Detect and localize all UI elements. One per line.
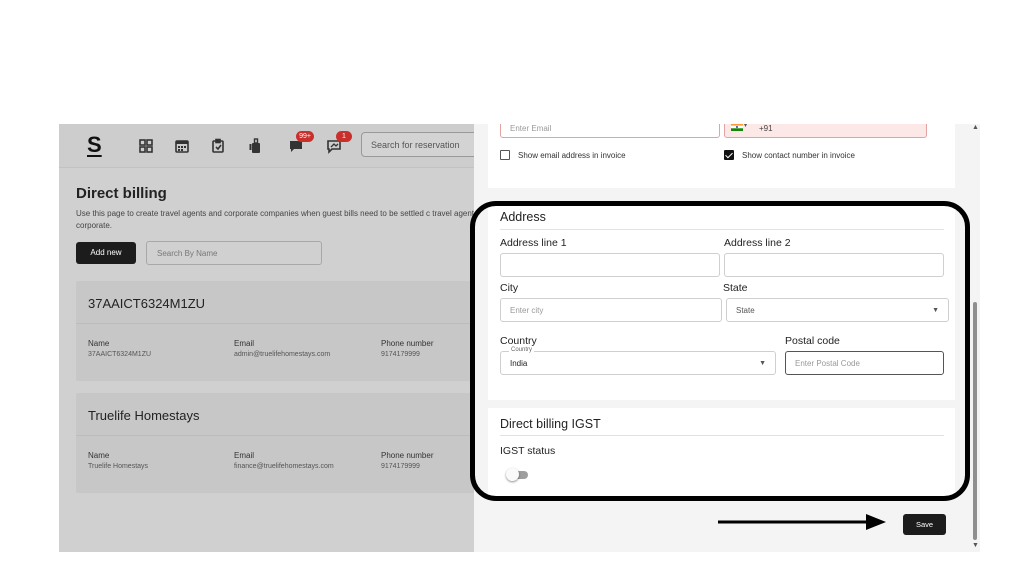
notifications-badge: 1: [336, 131, 352, 142]
email-value: admin@truelifehomestays.com: [234, 351, 331, 358]
igst-status-label: IGST status: [500, 445, 556, 457]
search-reservation-input[interactable]: Search for reservation: [361, 132, 474, 157]
chevron-down-icon[interactable]: ▼: [759, 360, 766, 367]
show-contact-checkbox[interactable]: [724, 150, 734, 160]
background-app: S 99+ 1 Search for reservation Direct bi…: [59, 124, 474, 552]
state-label: State: [723, 282, 748, 294]
agent-card-title: 37AAICT6324M1ZU: [88, 296, 206, 311]
scroll-up-icon[interactable]: ▲: [972, 124, 979, 131]
country-label: Country: [500, 335, 537, 347]
contact-section: Enter Email ▾ +91 Show email address in …: [488, 124, 955, 188]
address-line-2-field[interactable]: [724, 253, 944, 277]
phone-label: Phone number: [381, 451, 434, 460]
toggle-knob: [506, 468, 519, 481]
city-label: City: [500, 282, 519, 294]
agent-card[interactable]: 37AAICT6324M1ZU Name 37AAICT6324M1ZU Ema…: [76, 281, 474, 381]
address-line-2-label: Address line 2: [724, 237, 791, 249]
show-email-label: Show email address in invoice: [518, 151, 626, 160]
scrollbar[interactable]: ▲ ▼: [970, 124, 980, 552]
igst-status-toggle[interactable]: [506, 468, 528, 481]
address-line-1-field[interactable]: [500, 253, 720, 277]
messages-badge: 99+: [296, 131, 314, 142]
agent-card-title: Truelife Homestays: [88, 408, 200, 423]
state-select[interactable]: State ▼: [726, 298, 949, 322]
address-title: Address: [500, 210, 546, 224]
phone-value: 9174179999: [381, 463, 420, 470]
email-label: Email: [234, 339, 255, 348]
address-line-1-label: Address line 1: [500, 237, 567, 249]
add-new-button[interactable]: Add new: [76, 242, 136, 264]
show-email-checkbox[interactable]: [500, 150, 510, 160]
postal-code-label: Postal code: [785, 335, 840, 347]
arrow-annotation-icon: [718, 514, 886, 530]
calendar-icon[interactable]: [173, 137, 191, 155]
igst-title: Direct billing IGST: [500, 417, 601, 431]
notification-icon[interactable]: 1: [325, 131, 352, 155]
top-navigation-bar: S 99+ 1 Search for reservation: [59, 124, 474, 168]
direct-billing-form-panel: Enter Email ▾ +91 Show email address in …: [474, 124, 980, 552]
city-field[interactable]: Enter city: [500, 298, 722, 322]
scroll-down-icon[interactable]: ▼: [972, 542, 979, 549]
chevron-down-icon[interactable]: ▼: [932, 307, 939, 314]
name-label: Name: [88, 451, 110, 460]
igst-section: Direct billing IGST IGST status: [488, 408, 955, 498]
country-legend: Country: [509, 347, 535, 353]
divider: [76, 323, 474, 324]
postal-code-field[interactable]: Enter Postal Code: [785, 351, 944, 375]
checklist-icon[interactable]: [209, 137, 227, 155]
page-description: Use this page to create travel agents an…: [76, 209, 474, 230]
divider: [500, 435, 944, 436]
phone-country-code: +91: [759, 124, 773, 133]
phone-field[interactable]: ▾ +91: [724, 124, 927, 138]
divider: [500, 229, 944, 230]
name-value: Truelife Homestays: [88, 463, 149, 470]
email-field[interactable]: Enter Email: [500, 124, 720, 138]
phone-label: Phone number: [381, 339, 434, 348]
state-select-value: State: [736, 306, 755, 315]
country-select-value: India: [510, 359, 528, 368]
screen: S 99+ 1 Search for reservation Direct bi…: [0, 0, 1024, 576]
name-label: Name: [88, 339, 110, 348]
address-section: Address Address line 1 Address line 2 Ci…: [488, 204, 955, 400]
divider: [76, 435, 474, 436]
luggage-icon[interactable]: [247, 137, 265, 155]
email-label: Email: [234, 451, 255, 460]
phone-value: 9174179999: [381, 351, 420, 358]
dashboard-icon[interactable]: [137, 137, 155, 155]
india-flag-icon[interactable]: [731, 124, 743, 131]
save-button[interactable]: Save: [903, 514, 946, 535]
country-code-chevron-icon[interactable]: ▾: [744, 124, 747, 129]
agent-card[interactable]: Truelife Homestays Name Truelife Homesta…: [76, 393, 474, 493]
country-select[interactable]: Country India ▼: [500, 347, 776, 375]
chat-icon[interactable]: 99+: [287, 131, 314, 155]
email-value: finance@truelifehomestays.com: [234, 463, 334, 470]
page-title: Direct billing: [76, 185, 167, 202]
name-value: 37AAICT6324M1ZU: [88, 351, 152, 358]
search-by-name-input[interactable]: Search By Name: [146, 241, 322, 265]
app-logo[interactable]: S: [87, 132, 102, 158]
show-contact-label: Show contact number in invoice: [742, 151, 855, 160]
scrollbar-thumb[interactable]: [973, 302, 977, 540]
